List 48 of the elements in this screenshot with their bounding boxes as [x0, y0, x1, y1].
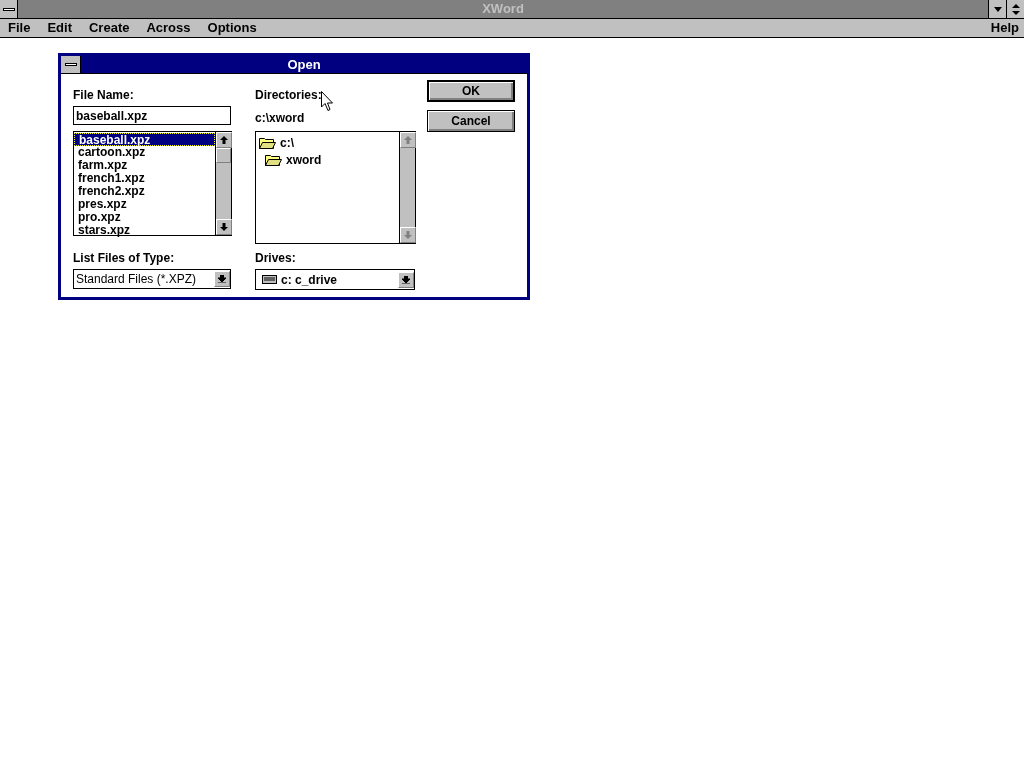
restore-button[interactable] [1006, 0, 1024, 18]
list-entry[interactable]: baseball.xpz [74, 133, 215, 146]
list-entry[interactable]: farm.xpz [74, 159, 215, 172]
down-arrow-icon [220, 223, 228, 231]
dialog-button[interactable]: OK [427, 80, 515, 102]
down-arrow-icon [218, 275, 226, 283]
scroll-down-button[interactable] [216, 219, 232, 235]
list-entry[interactable]: pres.xpz [74, 198, 215, 211]
list-entry[interactable]: french1.xpz [74, 172, 215, 185]
minimize-button[interactable] [988, 0, 1006, 18]
dropdown-button[interactable] [214, 271, 230, 287]
file-type-dropdown[interactable]: Standard Files (*.XPZ) [73, 269, 231, 289]
up-arrow-icon [404, 136, 412, 144]
drive-icon [262, 275, 277, 284]
drives-dropdown[interactable]: c: c_drive [255, 269, 415, 290]
field-label: Directories: [255, 87, 322, 104]
field-label: Drives: [255, 250, 297, 267]
dialog-title: Open [286, 55, 322, 74]
list-entry[interactable]: cartoon.xpz [74, 146, 215, 159]
list-entry[interactable]: french2.xpz [74, 185, 215, 198]
up-down-arrow-icon [1011, 3, 1020, 15]
list-entry[interactable]: pro.xpz [74, 211, 215, 224]
window-title: XWord [481, 0, 525, 19]
file-name-field[interactable]: baseball.xpz [73, 106, 231, 125]
menu-item[interactable]: Across [146, 18, 191, 38]
menu-item[interactable]: File [8, 18, 31, 38]
field-label: File Name: [73, 87, 135, 104]
scroll-thumb[interactable] [216, 148, 231, 163]
menu-item[interactable]: Help [990, 18, 1019, 38]
system-menu-icon[interactable] [61, 56, 81, 73]
directory-item[interactable]: c:\ [280, 133, 294, 152]
menu-item[interactable]: Options [207, 18, 257, 38]
scrollbar[interactable] [215, 132, 231, 235]
system-menu-icon[interactable] [0, 0, 18, 18]
down-arrow-icon [993, 6, 1002, 12]
field-label: List Files of Type: [73, 250, 176, 267]
menu-item[interactable]: Edit [47, 18, 72, 38]
menu-item[interactable]: Create [88, 18, 130, 38]
scroll-up-button[interactable] [216, 132, 232, 148]
directory-item[interactable]: xword [286, 150, 322, 169]
list-entry[interactable]: stars.xpz [74, 224, 215, 237]
dropdown-button[interactable] [398, 271, 414, 288]
up-arrow-icon [220, 136, 228, 144]
dialog-button[interactable]: Cancel [427, 110, 515, 132]
down-arrow-icon [404, 231, 412, 239]
down-arrow-icon [402, 275, 410, 284]
mouse-pointer-icon [321, 91, 334, 112]
directory-path: c:\xword [255, 110, 306, 127]
